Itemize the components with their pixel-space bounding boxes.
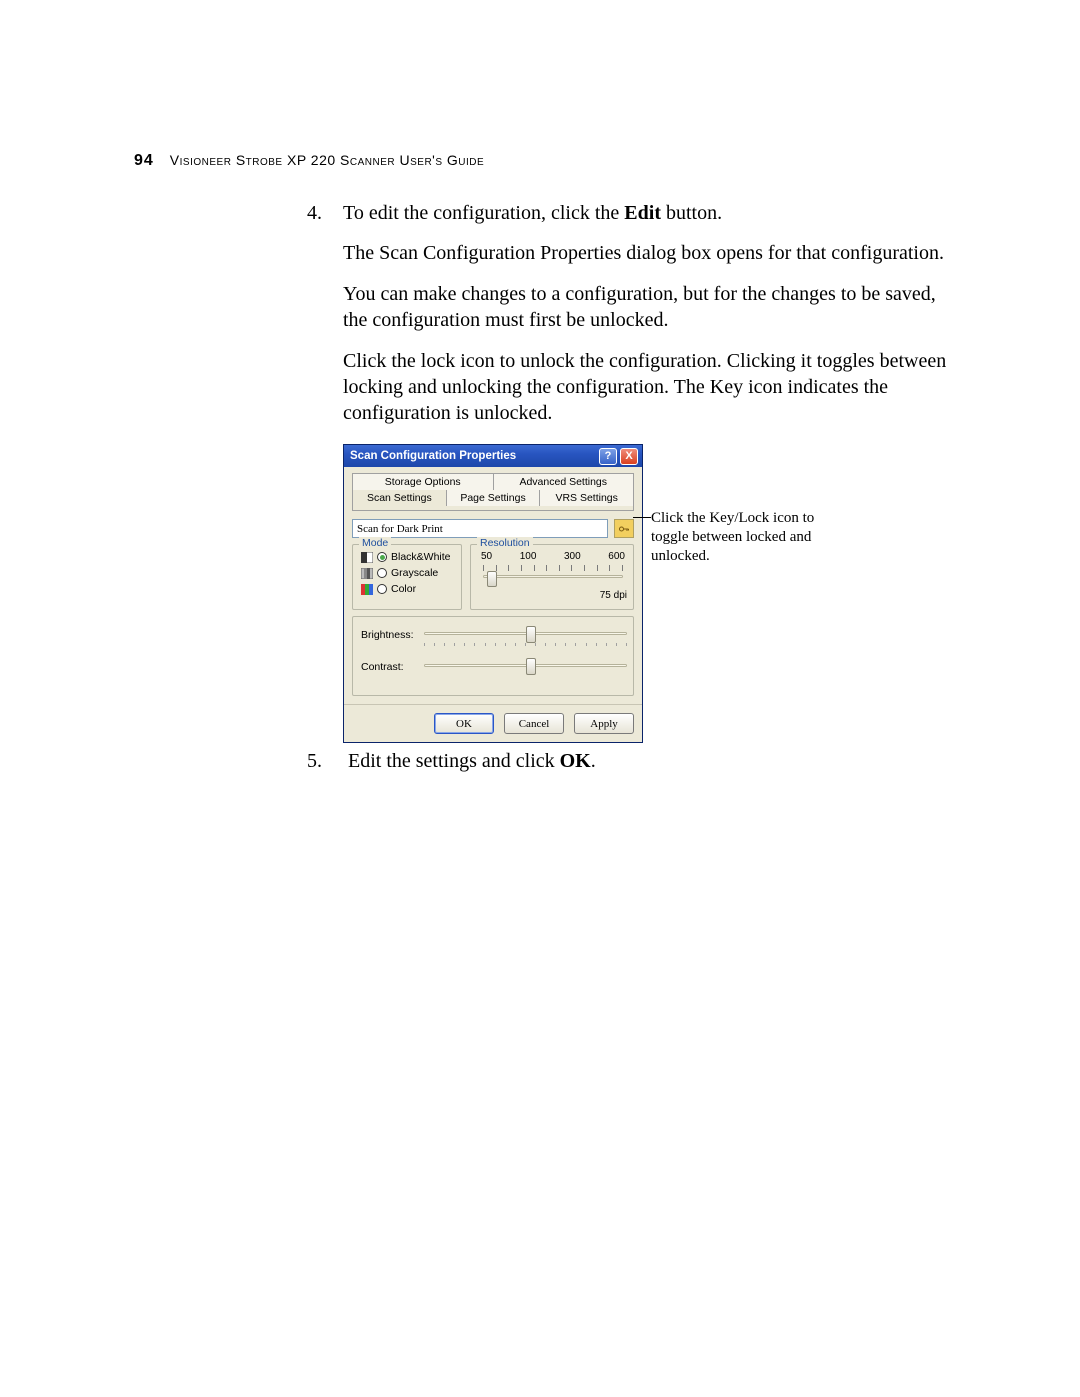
tab-page-settings[interactable]: Page Settings xyxy=(447,490,541,506)
step-4: 4. To edit the configuration, click the … xyxy=(307,200,957,427)
radio-bw[interactable] xyxy=(377,552,387,562)
text: . xyxy=(591,750,596,772)
close-button[interactable]: X xyxy=(620,448,638,465)
dialog-titlebar[interactable]: Scan Configuration Properties ? X xyxy=(344,445,642,467)
help-button[interactable]: ? xyxy=(599,448,617,465)
guide-title: Visioneer Strobe XP 220 Scanner User's G… xyxy=(170,152,484,168)
page-number: 94 xyxy=(134,152,154,169)
contrast-slider[interactable] xyxy=(424,655,627,679)
contrast-knob[interactable] xyxy=(526,658,536,675)
grayscale-icon xyxy=(361,568,373,579)
close-icon: X xyxy=(625,450,632,462)
running-header: 94 Visioneer Strobe XP 220 Scanner User'… xyxy=(134,152,954,170)
key-icon xyxy=(618,523,630,535)
tick-600: 600 xyxy=(608,551,625,562)
ok-button[interactable]: OK xyxy=(434,713,494,734)
mode-legend: Mode xyxy=(359,537,391,549)
tick-300: 300 xyxy=(564,551,581,562)
button-bar: OK Cancel Apply xyxy=(344,704,642,742)
mode-bw-label: Black&White xyxy=(391,551,451,563)
edit-word: Edit xyxy=(624,202,661,224)
config-name-input[interactable] xyxy=(352,519,608,538)
scan-config-dialog: Scan Configuration Properties ? X Storag… xyxy=(343,444,643,743)
resolution-ticks: 50 100 300 600 xyxy=(479,551,627,564)
step4-line1: To edit the configuration, click the Edi… xyxy=(343,200,957,226)
tab-scan-settings[interactable]: Scan Settings xyxy=(352,490,447,506)
callout-text: Click the Key/Lock icon to toggle betwee… xyxy=(651,509,831,565)
step4-line4: Click the lock icon to unlock the config… xyxy=(343,348,957,427)
radio-grayscale[interactable] xyxy=(377,568,387,578)
help-icon: ? xyxy=(605,450,612,462)
contrast-label: Contrast: xyxy=(361,661,416,673)
resolution-value: 75 dpi xyxy=(479,590,627,601)
step4-line3: You can make changes to a configuration,… xyxy=(343,281,957,334)
tab-advanced-settings[interactable]: Advanced Settings xyxy=(494,473,635,490)
mode-grayscale[interactable]: Grayscale xyxy=(361,567,455,579)
mode-bw[interactable]: Black&White xyxy=(361,551,455,563)
mode-group: Mode Black&White Grayscale xyxy=(352,544,462,610)
mode-color[interactable]: Color xyxy=(361,583,455,595)
ok-word: OK xyxy=(560,750,591,772)
tab-strip: Storage Options Advanced Settings Scan S… xyxy=(352,473,634,506)
color-icon xyxy=(361,584,373,595)
dialog-body: Storage Options Advanced Settings Scan S… xyxy=(344,467,642,704)
dialog-title: Scan Configuration Properties xyxy=(350,450,596,462)
document-page: 94 Visioneer Strobe XP 220 Scanner User'… xyxy=(0,0,1080,1397)
tick-100: 100 xyxy=(520,551,537,562)
cancel-button[interactable]: Cancel xyxy=(504,713,564,734)
apply-label: Apply xyxy=(590,718,618,730)
resolution-slider[interactable] xyxy=(479,564,627,588)
callout-content: Click the Key/Lock icon to toggle betwee… xyxy=(651,510,814,564)
tab-storage-options[interactable]: Storage Options xyxy=(352,473,494,490)
resolution-slider-knob[interactable] xyxy=(487,571,497,587)
radio-color[interactable] xyxy=(377,584,387,594)
mode-color-label: Color xyxy=(391,583,416,595)
brightness-contrast-group: Brightness: Contrast: xyxy=(352,616,634,696)
brightness-label: Brightness: xyxy=(361,629,416,641)
text: To edit the configuration, click the xyxy=(343,202,624,224)
resolution-legend: Resolution xyxy=(477,537,533,549)
text: Edit the settings and click xyxy=(348,750,560,772)
ok-label: OK xyxy=(456,718,472,730)
step4-line2: The Scan Configuration Properties dialog… xyxy=(343,240,957,266)
lock-toggle-button[interactable] xyxy=(614,519,634,538)
apply-button[interactable]: Apply xyxy=(574,713,634,734)
step-number: 4. xyxy=(307,200,322,226)
brightness-slider[interactable] xyxy=(424,623,627,647)
figure: Scan Configuration Properties ? X Storag… xyxy=(343,444,993,743)
mode-gray-label: Grayscale xyxy=(391,567,438,579)
bw-icon xyxy=(361,552,373,563)
callout-leader-line xyxy=(633,517,651,518)
resolution-group: Resolution 50 100 300 600 75 dpi xyxy=(470,544,634,610)
cancel-label: Cancel xyxy=(519,718,550,730)
step-number: 5. xyxy=(307,750,343,773)
body-text: 4. To edit the configuration, click the … xyxy=(307,200,957,441)
tick-50: 50 xyxy=(481,551,492,562)
tab-vrs-settings[interactable]: VRS Settings xyxy=(540,490,634,506)
step-5: 5. Edit the settings and click OK. xyxy=(307,750,957,773)
text: button. xyxy=(661,202,722,224)
tab-underline xyxy=(352,506,634,511)
brightness-knob[interactable] xyxy=(526,626,536,643)
